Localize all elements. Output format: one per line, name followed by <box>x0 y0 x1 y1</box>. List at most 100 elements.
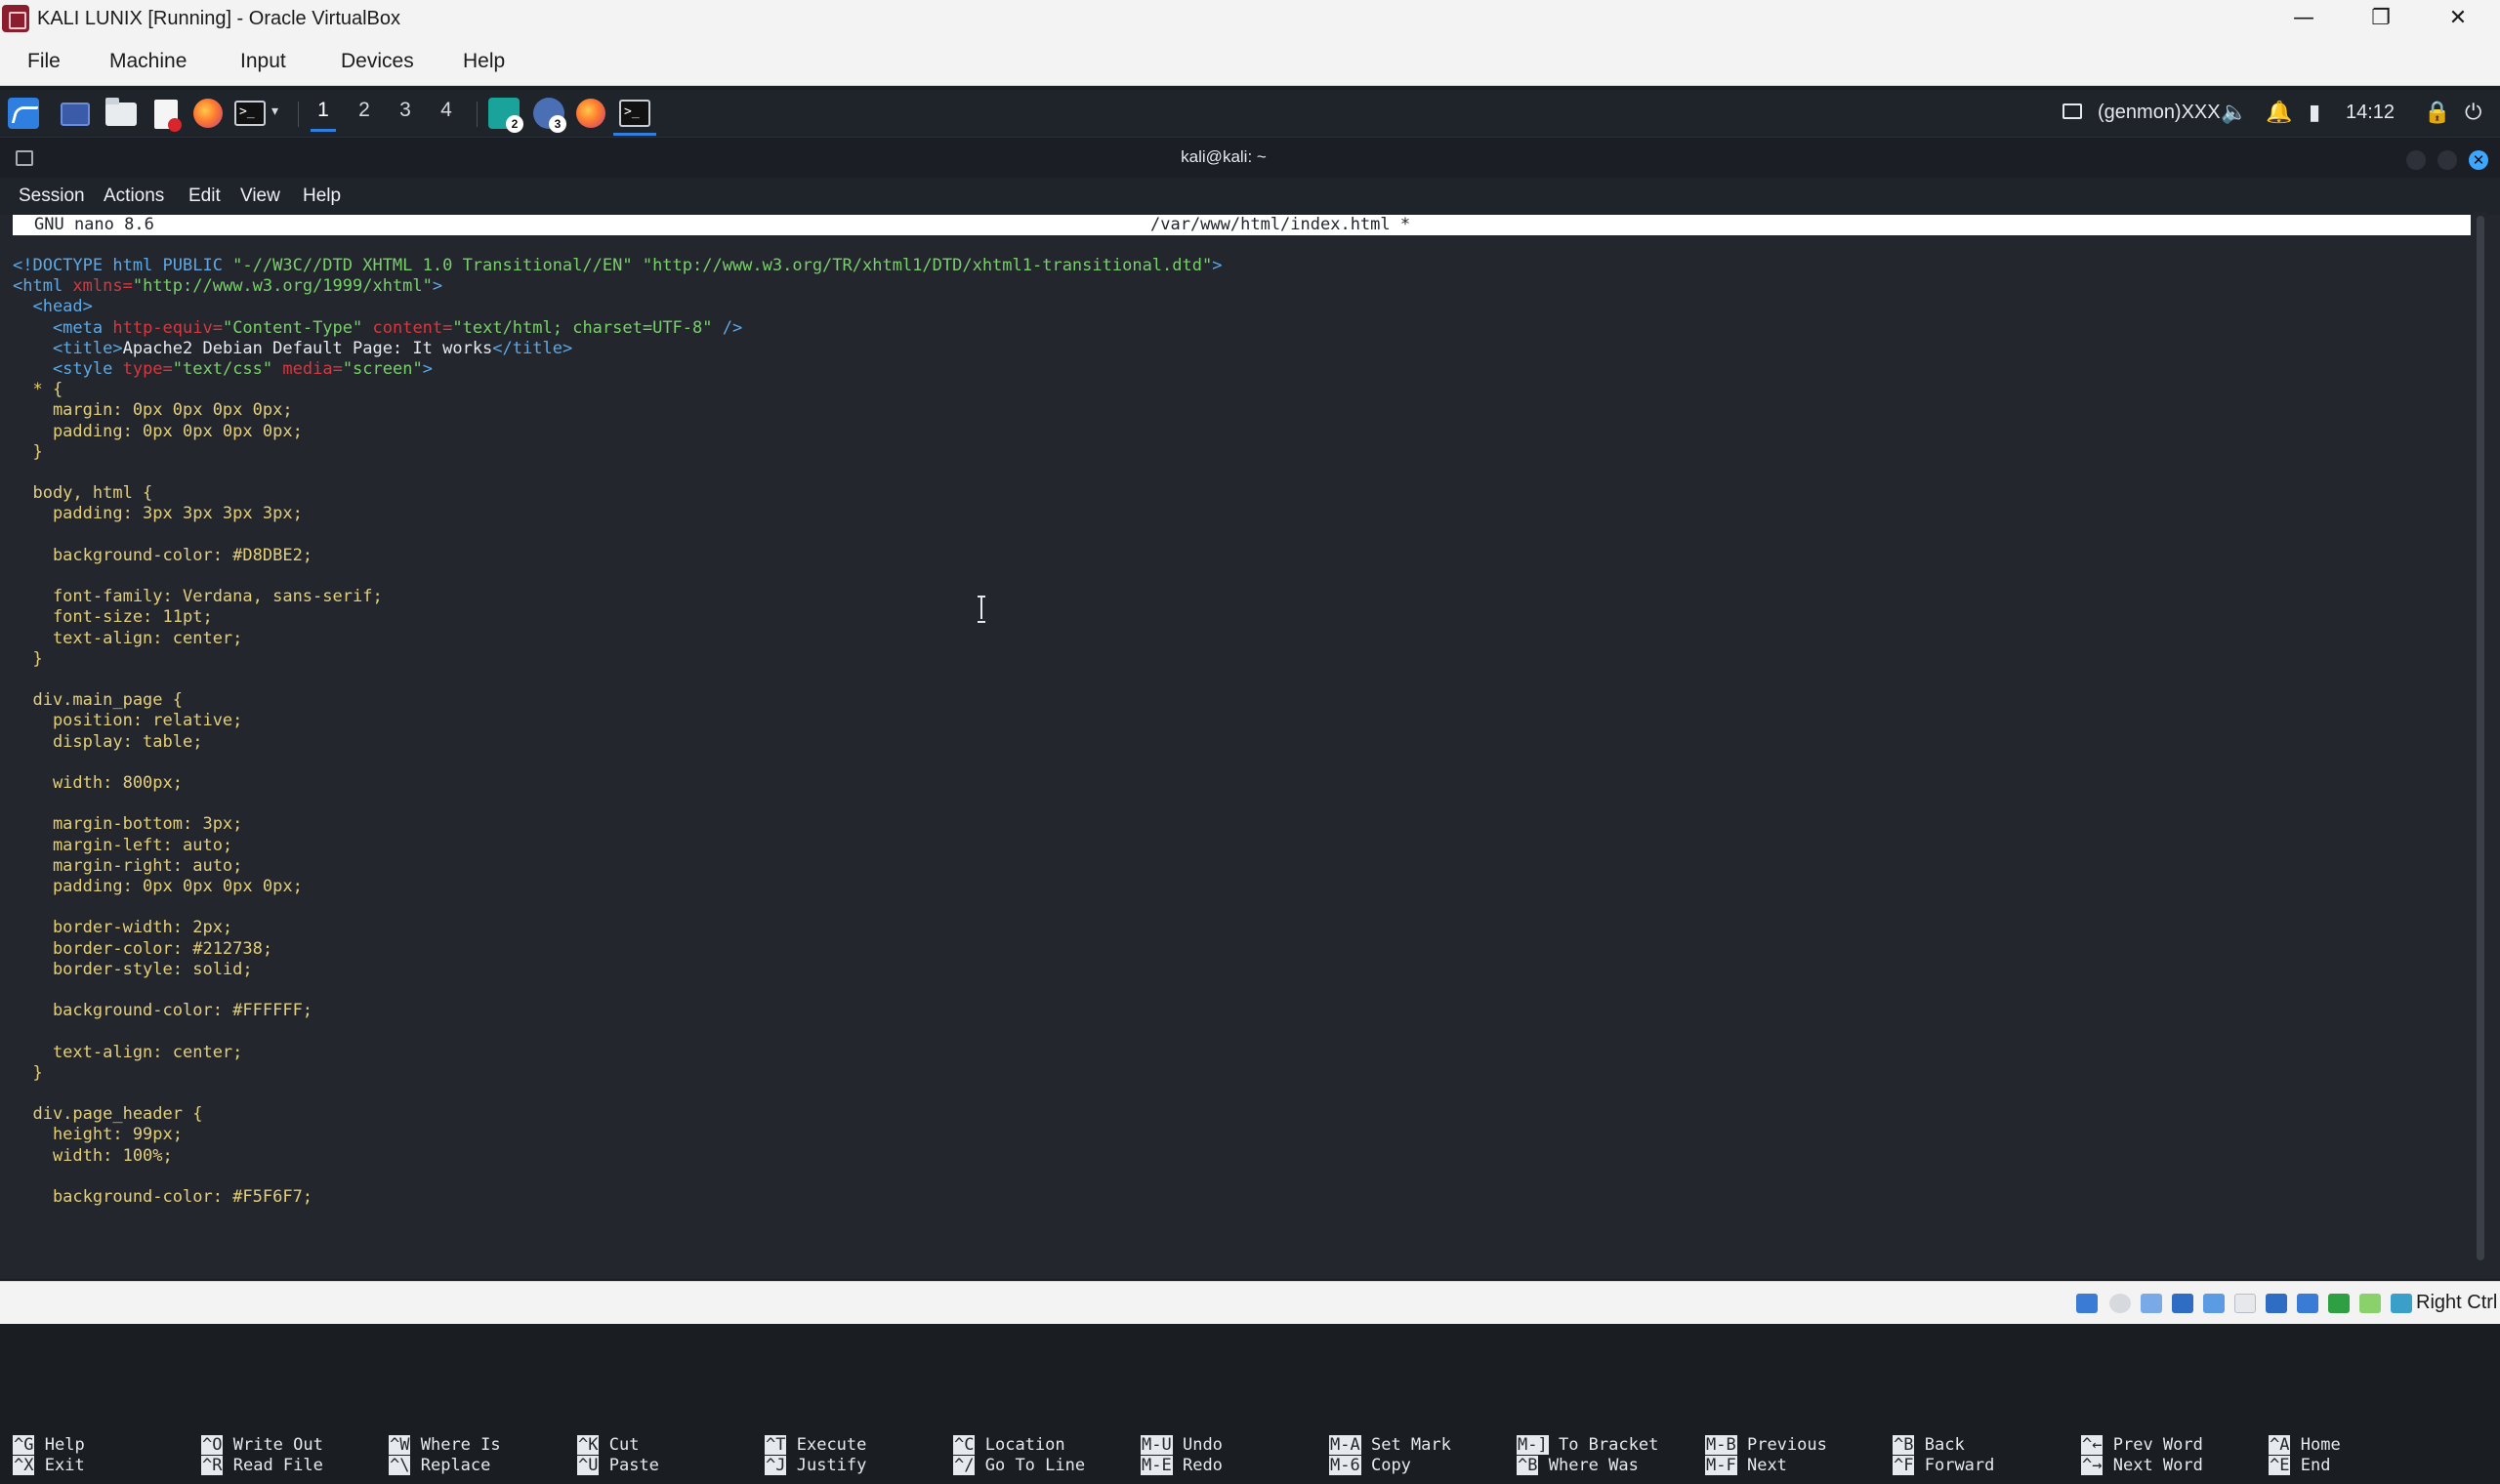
network-icon[interactable] <box>2172 1294 2193 1313</box>
code-token: padding: 0px 0px 0px 0px; <box>13 877 303 896</box>
code-token: div.main_page { <box>13 690 183 710</box>
mouse-integration-icon[interactable] <box>2391 1294 2412 1313</box>
terminal-menu-help[interactable]: Help <box>303 186 341 207</box>
minimize-dot[interactable] <box>2406 150 2426 170</box>
maximize-dot[interactable] <box>2438 150 2457 170</box>
volume-icon[interactable]: 🔈 <box>2221 101 2247 125</box>
window-title: KALI LUNIX [Running] - Oracle VirtualBox <box>37 8 401 29</box>
code-token: "text/html; charset=UTF-8" <box>452 318 713 338</box>
workspace-2[interactable]: 2 <box>352 99 377 122</box>
workspace-4[interactable]: 4 <box>434 99 459 122</box>
code-line: font-size: 11pt; <box>13 607 213 628</box>
terminal-menu-view[interactable]: View <box>240 186 280 207</box>
shortcut-key: M-U <box>1141 1435 1173 1455</box>
panel-separator <box>477 102 478 127</box>
terminal-menubar: Session Actions Edit View Help <box>0 178 2500 215</box>
nano-filename: /var/www/html/index.html * <box>1150 215 1411 234</box>
firefox-task-icon[interactable] <box>576 99 605 128</box>
terminal-menu-edit[interactable]: Edit <box>188 186 221 207</box>
code-token: } <box>13 649 43 669</box>
code-line: } <box>13 442 42 463</box>
terminal-icon[interactable]: >_ <box>234 101 266 126</box>
menu-devices[interactable]: Devices <box>341 50 414 73</box>
menu-help[interactable]: Help <box>463 50 505 73</box>
display-icon[interactable] <box>2062 103 2082 119</box>
terminal-body[interactable]: GNU nano 8.6 /var/www/html/index.html * … <box>0 215 2500 1475</box>
cpu-icon[interactable] <box>2328 1294 2350 1313</box>
code-token: media= <box>282 359 343 379</box>
nano-shortcut: ^A Home <box>2269 1435 2341 1456</box>
shortcut-label: Location <box>984 1435 1065 1455</box>
code-token: /> <box>712 318 743 338</box>
code-line: display: table; <box>13 732 203 753</box>
shortcut-label: Go To Line <box>984 1456 1086 1475</box>
code-token: http-equiv= <box>112 318 223 338</box>
genmon-label[interactable]: (genmon)XXX <box>2098 102 2221 124</box>
display-icon[interactable] <box>2266 1294 2287 1313</box>
nano-shortcut: M-6 Copy <box>1329 1456 1411 1476</box>
guest-additions-icon[interactable] <box>2359 1294 2381 1313</box>
vbox-titlebar: KALI LUNIX [Running] - Oracle VirtualBox… <box>0 0 2500 37</box>
shortcut-label: Where Is <box>420 1435 501 1455</box>
kali-menu-icon[interactable] <box>8 98 39 129</box>
terminal-task-icon[interactable]: >_ <box>619 100 650 127</box>
usb-icon[interactable] <box>2203 1294 2225 1313</box>
shortcut-label: Previous <box>1746 1435 1827 1455</box>
clock[interactable]: 14:12 <box>2346 102 2395 124</box>
terminal-scrollbar[interactable] <box>2474 212 2487 1266</box>
close-window-button[interactable]: ✕ <box>2424 0 2492 37</box>
terminal-titlebar: kali@kali: ~ ✕ <box>0 139 2500 178</box>
nano-shortcut: M-A Set Mark <box>1329 1435 1451 1456</box>
code-token: <html <box>13 276 73 296</box>
minimize-button[interactable]: — <box>2270 0 2338 37</box>
menu-machine[interactable]: Machine <box>109 50 187 73</box>
lock-screen-icon[interactable]: 🔒 <box>2424 101 2450 125</box>
optical-drive-icon[interactable] <box>2109 1294 2131 1313</box>
code-token: display: table; <box>13 732 203 752</box>
code-line: font-family: Verdana, sans-serif; <box>13 587 383 607</box>
chevron-down-icon[interactable]: ▾ <box>271 103 278 131</box>
code-token: content= <box>372 318 453 338</box>
code-token: xmlns= <box>72 276 133 296</box>
code-token: <head> <box>13 297 93 316</box>
show-desktop-icon[interactable] <box>61 103 90 126</box>
notification-bell-icon[interactable]: 🔔 <box>2266 101 2292 125</box>
nano-shortcut: M-U Undo <box>1141 1435 1223 1456</box>
text-editor-icon[interactable] <box>154 100 182 132</box>
code-token: width: 800px; <box>13 773 183 793</box>
terminal-menu-actions[interactable]: Actions <box>104 186 164 207</box>
nano-shortcut: ^/ Go To Line <box>953 1456 1085 1476</box>
code-line: <head> <box>13 297 93 317</box>
scrollbar-thumb[interactable] <box>2477 216 2484 1260</box>
code-token: margin-right: auto; <box>13 856 243 876</box>
code-token: border-width: 2px; <box>13 918 233 937</box>
terminal-menu-session[interactable]: Session <box>19 186 85 207</box>
shortcut-key: M-] <box>1517 1435 1549 1455</box>
logout-icon[interactable]: ⏻ <box>2465 101 2481 125</box>
active-task-indicator <box>613 133 656 136</box>
workspace-3[interactable]: 3 <box>393 99 418 122</box>
recording-icon[interactable] <box>2297 1294 2318 1313</box>
code-token: height: 99px; <box>13 1125 183 1144</box>
nano-shortcut: ^F Forward <box>1893 1456 1994 1476</box>
close-icon[interactable]: ✕ <box>2469 150 2488 170</box>
code-line: border-width: 2px; <box>13 918 232 938</box>
firefox-icon[interactable] <box>193 99 223 128</box>
menu-input[interactable]: Input <box>240 50 286 73</box>
shortcut-key: ^U <box>577 1456 600 1475</box>
code-token: border-style: solid; <box>13 960 253 979</box>
workspace-1[interactable]: 1 <box>311 99 336 132</box>
nano-shortcut: ^G Help <box>13 1435 85 1456</box>
code-line: margin-bottom: 3px; <box>13 814 242 835</box>
hard-disk-icon[interactable] <box>2076 1294 2098 1313</box>
restore-button[interactable]: ❐ <box>2347 0 2415 37</box>
power-battery-icon[interactable]: ▮ <box>2309 101 2320 125</box>
menu-file[interactable]: File <box>27 50 61 73</box>
nano-shortcut: ^\ Replace <box>389 1456 490 1476</box>
code-token: background-color: #D8DBE2; <box>13 546 313 565</box>
shared-folders-icon[interactable] <box>2234 1294 2256 1313</box>
shortcut-label: Home <box>2300 1435 2341 1455</box>
audio-icon[interactable] <box>2141 1294 2162 1313</box>
file-manager-icon[interactable] <box>105 98 137 126</box>
